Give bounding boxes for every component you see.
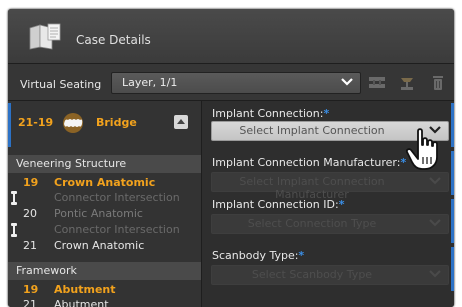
scanbody-label: Scanbody Type:* xyxy=(212,249,305,262)
connection-id-select[interactable]: Select Connection Type xyxy=(211,214,449,234)
bridge-range: 21-19 xyxy=(18,116,54,129)
tree-row-crown-19[interactable]: 19 Crown Anatomic xyxy=(8,175,201,191)
bridge-teeth-icon xyxy=(63,113,83,133)
tree-row-abutment-21[interactable]: 21 Abutment xyxy=(8,297,201,307)
chevron-down-icon xyxy=(429,219,441,227)
section-accent xyxy=(451,247,454,291)
bridge-row[interactable]: 21-19 Bridge xyxy=(8,101,201,147)
folder-document-icon xyxy=(29,23,61,50)
tree-row-crown-21[interactable]: 21 Crown Anatomic xyxy=(8,238,201,254)
restoration-tree-panel: 21-19 Bridge Veneering Structure 19 Crow… xyxy=(8,101,202,307)
collapse-button[interactable] xyxy=(174,115,188,129)
manufacturer-select[interactable]: Select Implant Connection Manufacturer xyxy=(211,172,449,201)
required-marker: * xyxy=(298,249,305,262)
scanbody-select[interactable]: Select Scanbody Type xyxy=(211,265,449,285)
tree-row-connector-2[interactable]: Connector Intersection xyxy=(8,222,201,238)
hand-pointer-icon xyxy=(405,128,438,170)
chevron-down-icon xyxy=(429,177,441,185)
section-accent xyxy=(451,103,454,147)
required-marker: * xyxy=(338,198,345,211)
virtual-seating-row: Virtual Seating Layer, 1/1 xyxy=(8,64,454,101)
trash-icon[interactable] xyxy=(429,75,447,91)
implant-connection-label: Implant Connection:* xyxy=(212,107,330,120)
bite-icon[interactable] xyxy=(368,75,386,91)
manufacturer-label: Implant Connection Manufacturer:* xyxy=(212,156,407,169)
virtual-seating-select[interactable]: Layer, 1/1 xyxy=(111,72,361,94)
bridge-name: Bridge xyxy=(96,116,137,129)
veneering-structure-header[interactable]: Veneering Structure xyxy=(8,155,201,173)
tree-row-abutment-19[interactable]: 19 Abutment xyxy=(8,282,201,298)
connection-id-label: Implant Connection ID:* xyxy=(212,198,345,211)
required-marker: * xyxy=(323,107,330,120)
virtual-seating-label: Virtual Seating xyxy=(20,78,102,91)
tree-row-pontic-20[interactable]: 20 Pontic Anatomic xyxy=(8,206,201,222)
chevron-up-icon xyxy=(177,119,185,124)
seating-icon[interactable] xyxy=(398,75,416,91)
chevron-down-icon xyxy=(341,78,353,86)
framework-header[interactable]: Framework xyxy=(8,262,201,280)
page-title: Case Details xyxy=(76,33,151,47)
case-details-header: Case Details xyxy=(8,9,454,64)
section-accent xyxy=(451,199,454,243)
virtual-seating-value: Layer, 1/1 xyxy=(122,76,178,89)
tree-row-connector-1[interactable]: Connector Intersection xyxy=(8,190,201,206)
section-accent xyxy=(451,151,454,195)
case-details-window: Case Details Virtual Seating Layer, 1/1 xyxy=(8,9,454,307)
chevron-down-icon xyxy=(429,270,441,278)
